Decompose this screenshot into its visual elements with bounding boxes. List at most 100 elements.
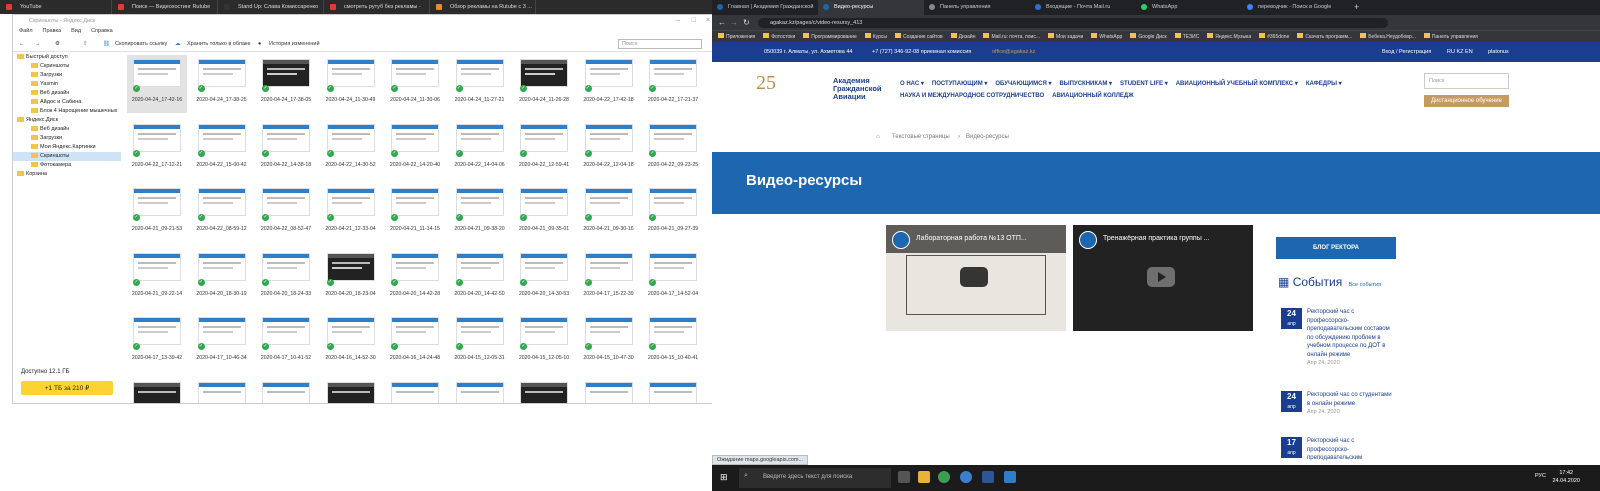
file-item[interactable]: ✓ 2020-04-24_17-38-25 [192,55,252,113]
file-item[interactable]: ✓ 2020-04-22_08-59-12 [192,184,252,242]
file-item[interactable]: ✓ 2020-04-21_12-33-04 [321,184,381,242]
file-item[interactable]: ✓ 2020-04-16_14-52-30 [321,313,381,371]
bookmark-item[interactable]: Дизайн [950,33,975,40]
bookmark-item[interactable]: Google Диск [1130,33,1167,40]
file-item[interactable]: ✓ 2020-04-24_11-30-06 [385,55,445,113]
file-item[interactable]: ✓ 2020-04-15_12-05-10 [514,313,574,371]
file-item[interactable] [127,378,187,403]
breadcrumb-text-pages[interactable]: Текстовые страницы [892,134,950,140]
file-item[interactable] [321,378,381,403]
bookmark-item[interactable]: #365done [1259,33,1289,40]
file-item[interactable]: ✓ 2020-04-22_14-20-40 [385,120,445,178]
bookmark-item[interactable]: Курсы [864,33,887,40]
bookmark-item[interactable]: Мои задачи [1048,33,1083,40]
buy-storage-button[interactable]: +1 ТБ за 210 ₽ [21,381,113,395]
copy-link-button[interactable]: Скопировать ссылку [115,41,167,47]
chrome-tab[interactable]: WhatsApp [1136,0,1242,15]
nav-item[interactable]: ОБУЧАЮЩИМСЯ ▾ [995,81,1051,87]
reload-icon[interactable]: ↻ [743,18,750,27]
file-item[interactable]: ✓ 2020-04-21_09-27-39 [643,184,703,242]
taskbar-search-input[interactable]: Введите здесь текст для поиска [739,468,891,488]
home-icon[interactable]: ⌂ [876,134,880,140]
file-item[interactable]: ✓ 2020-04-20_14-42-50 [450,249,510,307]
file-item[interactable]: ✓ 2020-04-24_11-30-49 [321,55,381,113]
sidebar-item[interactable]: Скриншоты [13,62,121,71]
clock[interactable]: 17:42 24.04.2020 [1552,469,1580,485]
file-item[interactable]: ✓ 2020-04-22_09-23-25 [643,120,703,178]
sidebar-item[interactable]: Загрузки [13,134,121,143]
event-text[interactable]: Ректорский час с профессорско-преподават… [1307,437,1395,463]
sidebar-item[interactable]: Блок 4 Нарощение мышечных [13,107,121,116]
file-item[interactable]: ✓ 2020-04-17_10-41-52 [256,313,316,371]
gear-icon[interactable]: ⚙ [55,41,60,47]
event-text[interactable]: Ректорский час с профессорско-преподават… [1307,308,1395,359]
play-button-icon[interactable] [1147,267,1175,287]
video-player-1[interactable]: Лабораторная работа №13 ОТП... [886,225,1066,331]
chrome-tab[interactable]: Входящие - Почта Mail.ru [1030,0,1136,15]
chrome-icon[interactable] [938,471,950,483]
file-item[interactable]: ✓ 2020-04-22_14-30-52 [321,120,381,178]
platonus-link[interactable]: platonus [1488,49,1509,55]
video-title-2[interactable]: Тренажёрная практика группы ... [1103,235,1210,242]
chrome-tab[interactable]: Главная | Академия Гражданской [712,0,818,15]
file-item[interactable]: ✓ 2020-04-20_18-24-33 [256,249,316,307]
left-tab[interactable]: Stand Up: Слава Комиссаренко [218,0,324,14]
sidebar-item[interactable]: Мои Яндекс.Картинки [13,143,121,152]
file-item[interactable] [192,378,252,403]
left-tab[interactable]: Обзор рекламы на Rutube с 3 ... [430,0,536,14]
nav-item[interactable]: АВИАЦИОННЫЙ КОЛЛЕДЖ [1052,93,1134,99]
left-tab[interactable]: Поиск — Видеохостинг Rutube [112,0,218,14]
file-item[interactable]: ✓ 2020-04-17_15-22-39 [579,249,639,307]
bookmark-item[interactable]: Бебека.Неудобовр... [1360,33,1416,40]
minimize-icon[interactable]: – [676,17,680,24]
nav-item[interactable]: ВЫПУСКНИКАМ ▾ [1059,81,1112,87]
file-item[interactable]: ✓ 2020-04-24_17-38-05 [256,55,316,113]
nav-item[interactable]: АВИАЦИОННЫЙ УЧЕБНЫЙ КОМПЛЕКС ▾ [1176,81,1298,87]
forward-icon[interactable]: → [35,41,41,47]
word-icon[interactable] [982,471,994,483]
file-item[interactable]: ✓ 2020-04-22_14-38-18 [256,120,316,178]
file-item[interactable]: ✓ 2020-04-24_17-42-16 [127,55,187,113]
file-item[interactable]: ✓ 2020-04-20_18-30-19 [192,249,252,307]
sidebar-item[interactable]: Загрузки [13,71,121,80]
bookmark-item[interactable]: Скачать программ... [1297,33,1352,40]
file-explorer-icon[interactable] [918,471,930,483]
rector-blog-button[interactable]: БЛОГ РЕКТОРА [1276,237,1396,259]
back-icon[interactable]: ← [718,18,726,27]
chrome-tab[interactable]: Панель управления [924,0,1030,15]
logo[interactable]: 25 [756,72,776,95]
site-email[interactable]: office@agakaz.kz [992,49,1035,55]
video-title-1[interactable]: Лабораторная работа №13 ОТП... [916,235,1027,242]
file-item[interactable] [450,378,510,403]
file-item[interactable]: ✓ 2020-04-17_10-46-34 [192,313,252,371]
bookmark-item[interactable]: Mail.ru: почта, поис... [983,33,1040,40]
video-player-2[interactable]: Тренажёрная практика группы ... [1073,225,1253,331]
nav-item[interactable]: STUDENT LIFE ▾ [1120,81,1168,87]
bookmark-item[interactable]: Приложения [718,33,755,40]
new-tab-icon[interactable]: + [1348,0,1365,15]
file-item[interactable]: ✓ 2020-04-17_14-52-04 [643,249,703,307]
windows-start-icon[interactable]: ⊞ [720,472,728,483]
file-item[interactable]: ✓ 2020-04-20_18-23-04 [321,249,381,307]
logo-text[interactable]: Академия Гражданской Авиации [833,77,893,101]
bookmark-item[interactable]: Создание сайтов [894,33,943,40]
sidebar-item[interactable]: Корзина [13,170,121,179]
file-item[interactable]: ✓ 2020-04-22_08-52-47 [256,184,316,242]
menu-file[interactable]: Файл [19,28,33,35]
maximize-icon[interactable]: □ [692,17,696,24]
file-item[interactable]: ✓ 2020-04-15_12-05-31 [450,313,510,371]
history-button[interactable]: История изменений [269,41,320,47]
chrome-tab[interactable]: переводчик - Поиск в Google [1242,0,1348,15]
bookmark-item[interactable]: Яндекс.Музыка [1207,33,1251,40]
nav-item[interactable]: КАФЕДРЫ ▾ [1306,81,1342,87]
left-tab[interactable]: YouTube [0,0,112,14]
url-input[interactable]: agakaz.kz/pages/c/video-resursy_413 [758,18,1388,28]
menu-edit[interactable]: Правка [43,28,62,35]
nav-item[interactable]: ПОСТУПАЮЩИМ ▾ [932,81,988,87]
event-text[interactable]: Ректорский час со студентами в онлайн ре… [1307,391,1395,408]
site-search-input[interactable]: Поиск [1424,73,1509,89]
file-item[interactable]: ✓ 2020-04-15_10-40-41 [643,313,703,371]
chrome-icon[interactable] [960,471,972,483]
sidebar-item[interactable]: Веб дизайн [13,125,121,134]
file-item[interactable] [256,378,316,403]
